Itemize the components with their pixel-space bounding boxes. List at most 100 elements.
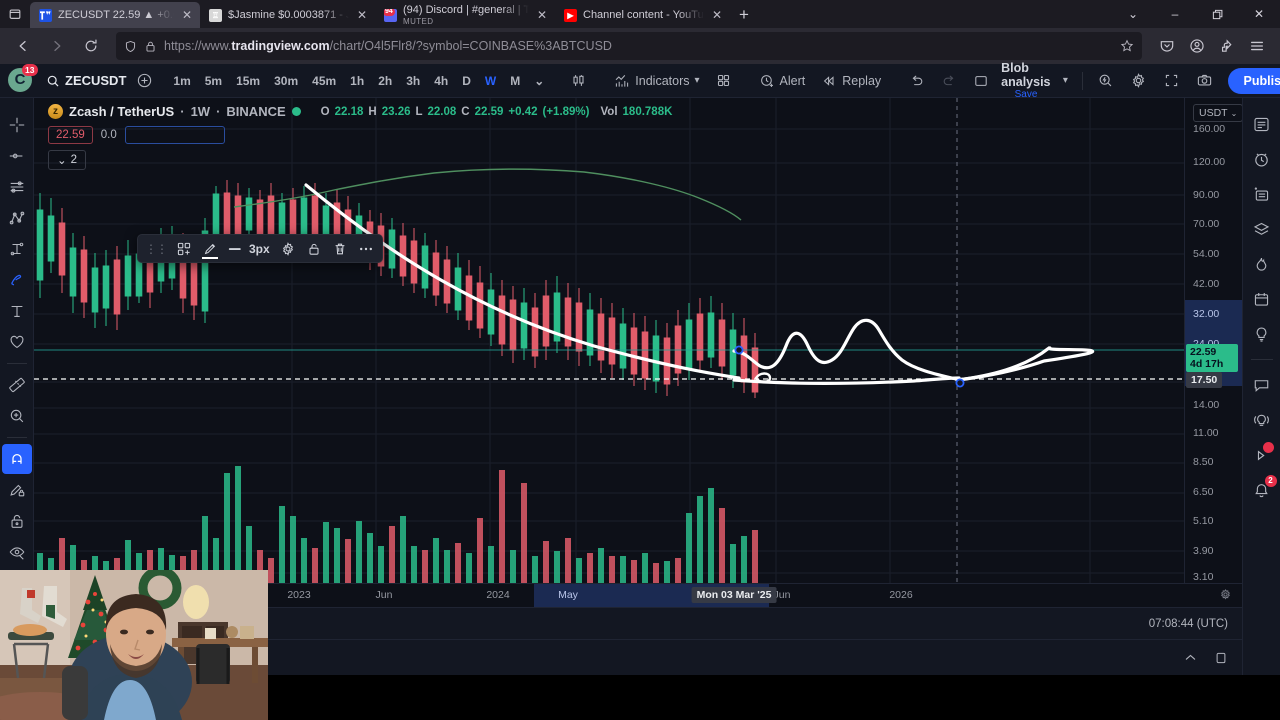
cross-cursor-icon[interactable] [2,110,32,140]
timeframe-15m[interactable]: 15m [230,70,266,92]
magnet-icon[interactable] [1,444,32,474]
quick-search-button[interactable] [1090,68,1121,93]
close-icon[interactable]: ✕ [710,8,724,22]
timeframe-3h[interactable]: 3h [400,70,426,92]
unlock-icon[interactable] [302,237,326,261]
timeframe-more-icon[interactable]: ⌄ [528,70,550,92]
text-icon[interactable] [2,296,32,326]
interval-label[interactable]: 1W [191,104,211,119]
browser-tab-youtube[interactable]: ▶ Channel content - YouTube Stud ✕ [555,2,730,28]
horizontal-lines-icon[interactable] [2,172,32,202]
ruler-icon[interactable] [2,370,32,400]
notifications-bell-icon[interactable]: 2 [1246,474,1278,506]
calendar-icon[interactable] [1246,283,1278,315]
watchlist-icon[interactable] [1246,108,1278,140]
undo-button[interactable] [902,69,932,93]
timeframe-30m[interactable]: 30m [268,70,304,92]
layouts-button[interactable] [966,69,996,93]
more-options-icon[interactable] [354,237,378,261]
timeframe-1m[interactable]: 1m [167,70,196,92]
url-bar[interactable]: https://www.tradingview.com/chart/O4l5Fl… [116,32,1142,60]
timeframe-2h[interactable]: 2h [372,70,398,92]
exchange-label[interactable]: BINANCE [226,104,285,119]
hide-drawings-icon[interactable] [2,537,32,567]
shield-icon[interactable] [124,40,137,53]
chevron-down-icon[interactable]: ▾ [695,75,700,86]
alert-button[interactable]: Alert [752,69,813,93]
lock-drawings-icon[interactable] [2,506,32,536]
publish-button[interactable]: Publish [1227,67,1280,94]
minimize-button[interactable]: – [1154,0,1196,28]
timeframe-1h[interactable]: 1h [344,70,370,92]
replay-button[interactable]: Replay [814,69,888,93]
collapse-panel-icon[interactable] [1183,650,1198,665]
drawing-mode-lock-icon[interactable] [2,475,32,505]
templates-icon[interactable] [172,237,196,261]
new-tab-button[interactable]: + [730,2,758,28]
broadcast-icon[interactable] [1246,404,1278,436]
price-unit-selector[interactable]: USDT ⌄ [1193,104,1242,122]
data-window-icon[interactable] [1246,178,1278,210]
redo-button[interactable] [934,69,964,93]
timeframe-M[interactable]: M [504,70,526,92]
close-icon[interactable]: ✕ [355,8,369,22]
indicator-templates-button[interactable] [709,69,738,92]
chat-icon[interactable] [1246,369,1278,401]
extensions-icon[interactable] [1212,32,1242,60]
indicator-price-chip[interactable]: 22.59 [48,126,93,144]
floating-drawing-toolbar[interactable]: ⋮⋮ 3px [137,234,383,263]
chart-settings-button[interactable] [1123,68,1154,93]
timeframe-W[interactable]: W [479,70,502,92]
chart-pane[interactable]: z Zcash / TetherUS · 1W · BINANCE O 22.18… [34,98,1242,606]
browser-tab-tradingview[interactable]: ZECUSDT 22.59 ▲ +0.04% Blob ✕ [30,2,200,28]
chart-layout-name[interactable]: Blob analysis Save [998,61,1054,100]
indicator-collapse-chip[interactable]: ⌄ 2 [48,150,87,170]
alerts-clock-icon[interactable] [1246,143,1278,175]
time-axis-settings-icon[interactable] [1219,588,1232,601]
snapshot-button[interactable] [1189,68,1220,93]
pen-icon[interactable] [198,237,222,261]
chart-canvas[interactable] [34,98,1184,606]
browser-tab-discord[interactable]: 94 (94) Discord | #general | TheWh MUTED… [375,2,555,28]
trend-line-icon[interactable] [2,141,32,171]
hot-flame-icon[interactable] [1246,248,1278,280]
timeframe-45m[interactable]: 45m [306,70,342,92]
account-icon[interactable] [1182,32,1212,60]
reload-icon[interactable] [76,32,106,60]
timeframe-5m[interactable]: 5m [199,70,228,92]
close-icon[interactable]: ✕ [535,8,549,22]
indicator-blue-chip[interactable] [124,126,225,144]
brush-icon[interactable] [2,265,32,295]
clock-time[interactable]: 07:08:44 (UTC) [1149,618,1228,630]
maximize-panel-icon[interactable] [1214,651,1228,665]
menu-hamburger-icon[interactable] [1242,32,1272,60]
indicators-button[interactable]: Indicators ▾ [607,69,706,93]
layout-menu-chevron-icon[interactable]: ▾ [1056,71,1075,90]
symbol-name[interactable]: Zcash / TetherUS [69,104,174,119]
hotlists-layers-icon[interactable] [1246,213,1278,245]
forward-icon[interactable] [42,32,72,60]
fullscreen-button[interactable] [1156,68,1187,93]
tab-list-icon[interactable] [0,0,30,28]
stream-play-icon[interactable] [1246,439,1278,471]
ideas-bulb-icon[interactable] [1246,318,1278,350]
list-all-tabs-icon[interactable]: ⌄ [1112,0,1154,28]
close-window-button[interactable]: ✕ [1238,0,1280,28]
restore-button[interactable] [1196,0,1238,28]
bookmark-star-icon[interactable] [1120,39,1134,53]
back-icon[interactable] [8,32,38,60]
measure-range-icon[interactable] [2,234,32,264]
fib-pitchfork-icon[interactable] [2,203,32,233]
timeframe-4h[interactable]: 4h [428,70,454,92]
price-axis[interactable]: USDT ⌄ 160.00 120.00 90.00 70.00 54.00 4… [1184,98,1242,606]
patterns-heart-icon[interactable] [2,327,32,357]
drag-handle[interactable]: ⋮⋮ [142,242,170,256]
close-icon[interactable]: ✕ [180,8,194,22]
browser-tab-jasmine[interactable]: ♖ $Jasmine $0.0003871 - Jasmine ✕ [200,2,375,28]
zoom-in-icon[interactable] [2,401,32,431]
pocket-icon[interactable] [1152,32,1182,60]
timeframe-D[interactable]: D [456,70,477,92]
chart-type-button[interactable] [564,69,593,92]
lock-icon[interactable] [145,40,156,53]
settings-icon[interactable] [276,237,300,261]
